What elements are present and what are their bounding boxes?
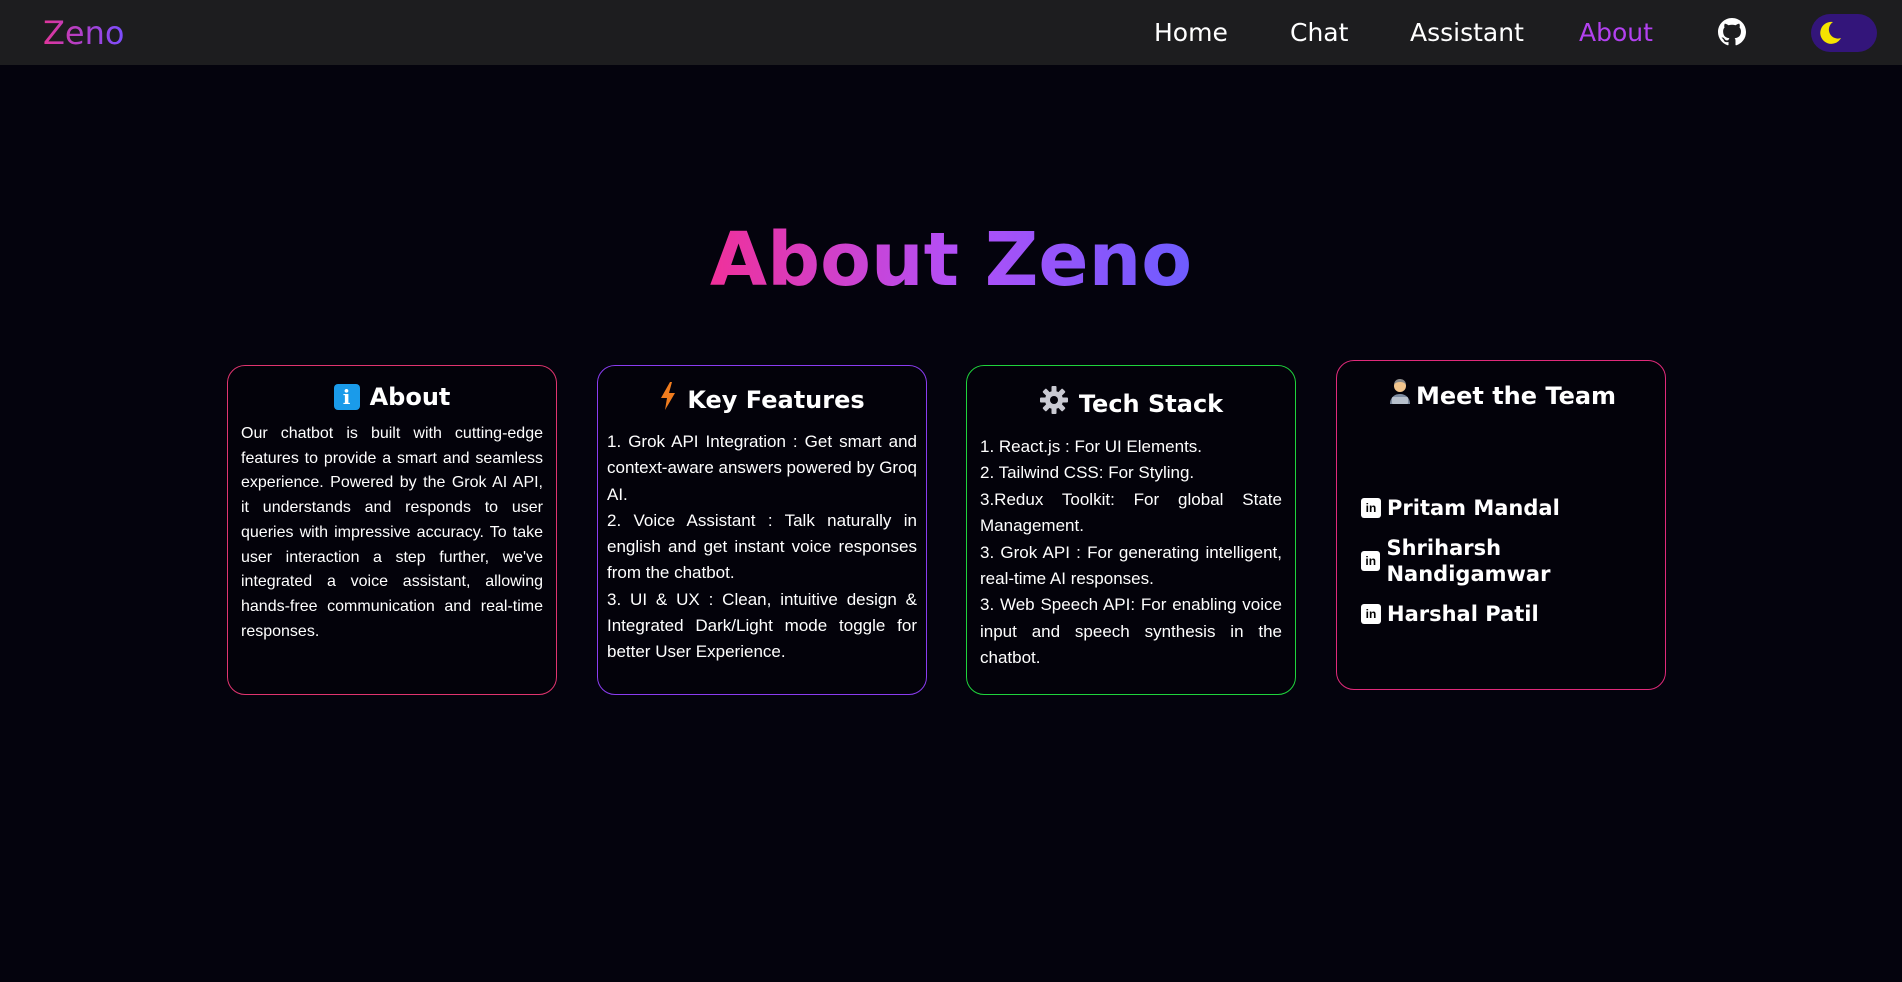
tech-card-header: Tech Stack	[967, 385, 1295, 422]
team-card-title: Meet the Team	[1415, 381, 1617, 410]
gear-icon	[1039, 385, 1069, 422]
feature-item: 1. Grok API Integration : Get smart and …	[607, 432, 917, 504]
about-card-title: About	[369, 383, 451, 411]
info-icon: i	[333, 384, 360, 410]
features-card-title: Key Features	[687, 385, 865, 414]
moon-icon	[1820, 21, 1841, 44]
github-icon[interactable]	[1718, 18, 1746, 46]
team-list: in Pritam Mandal in Shriharsh Nandigamwa…	[1361, 481, 1665, 640]
lightning-icon	[659, 382, 677, 417]
tech-item: 3. Grok API : For generating intelligent…	[980, 542, 1282, 589]
linkedin-icon: in	[1361, 603, 1381, 624]
navbar: Zeno Home Chat Assistant About	[0, 0, 1902, 65]
team-member-link[interactable]: in Harshal Patil	[1361, 587, 1665, 640]
features-card-header: Key Features	[598, 382, 926, 417]
features-list: 1. Grok API Integration : Get smart and …	[607, 429, 917, 666]
about-card-header: i About	[228, 382, 556, 412]
team-card-header: Meet the Team	[1337, 378, 1665, 413]
feature-item: 3. UI & UX : Clean, intuitive design & I…	[607, 589, 917, 662]
page-title: About Zeno	[710, 212, 1192, 308]
linkedin-icon: in	[1361, 497, 1381, 518]
team-card: Meet the Team in Pritam Mandal in Shriha…	[1336, 360, 1666, 690]
nav-link-about[interactable]: About	[1579, 16, 1653, 49]
team-member-name: Harshal Patil	[1387, 601, 1539, 626]
nav-link-home[interactable]: Home	[1154, 16, 1228, 49]
features-card: Key Features 1. Grok API Integration : G…	[597, 365, 927, 695]
tech-item: 3. Web Speech API: For enabling voice in…	[980, 595, 1282, 668]
about-card: i About Our chatbot is built with cuttin…	[227, 365, 557, 695]
tech-item: 3.Redux Toolkit: For global State Manage…	[980, 489, 1282, 536]
team-member-link[interactable]: in Pritam Mandal	[1361, 481, 1665, 534]
brand-logo[interactable]: Zeno	[43, 13, 124, 53]
tech-card-title: Tech Stack	[1078, 389, 1224, 418]
team-member-name: Pritam Mandal	[1387, 495, 1560, 520]
tech-card: Tech Stack 1. React.js : For UI Elements…	[966, 365, 1296, 695]
nav-link-assistant[interactable]: Assistant	[1410, 16, 1524, 49]
tech-list: 1. React.js : For UI Elements. 2. Tailwi…	[980, 434, 1282, 672]
hero: About Zeno	[0, 212, 1902, 308]
team-member-name: Shriharsh Nandigamwar	[1386, 535, 1551, 586]
theme-toggle[interactable]	[1811, 14, 1877, 52]
team-member-link[interactable]: in Shriharsh Nandigamwar	[1361, 534, 1665, 587]
tech-item: 1. React.js : For UI Elements.	[980, 437, 1203, 456]
technologist-icon	[1386, 378, 1414, 413]
linkedin-icon: in	[1361, 550, 1381, 571]
about-card-text: Our chatbot is built with cutting-edge f…	[241, 425, 543, 640]
tech-item: 2. Tailwind CSS: For Styling.	[980, 463, 1195, 483]
feature-item: 2. Voice Assistant : Talk naturally in e…	[607, 510, 917, 583]
nav-link-chat[interactable]: Chat	[1290, 16, 1348, 49]
